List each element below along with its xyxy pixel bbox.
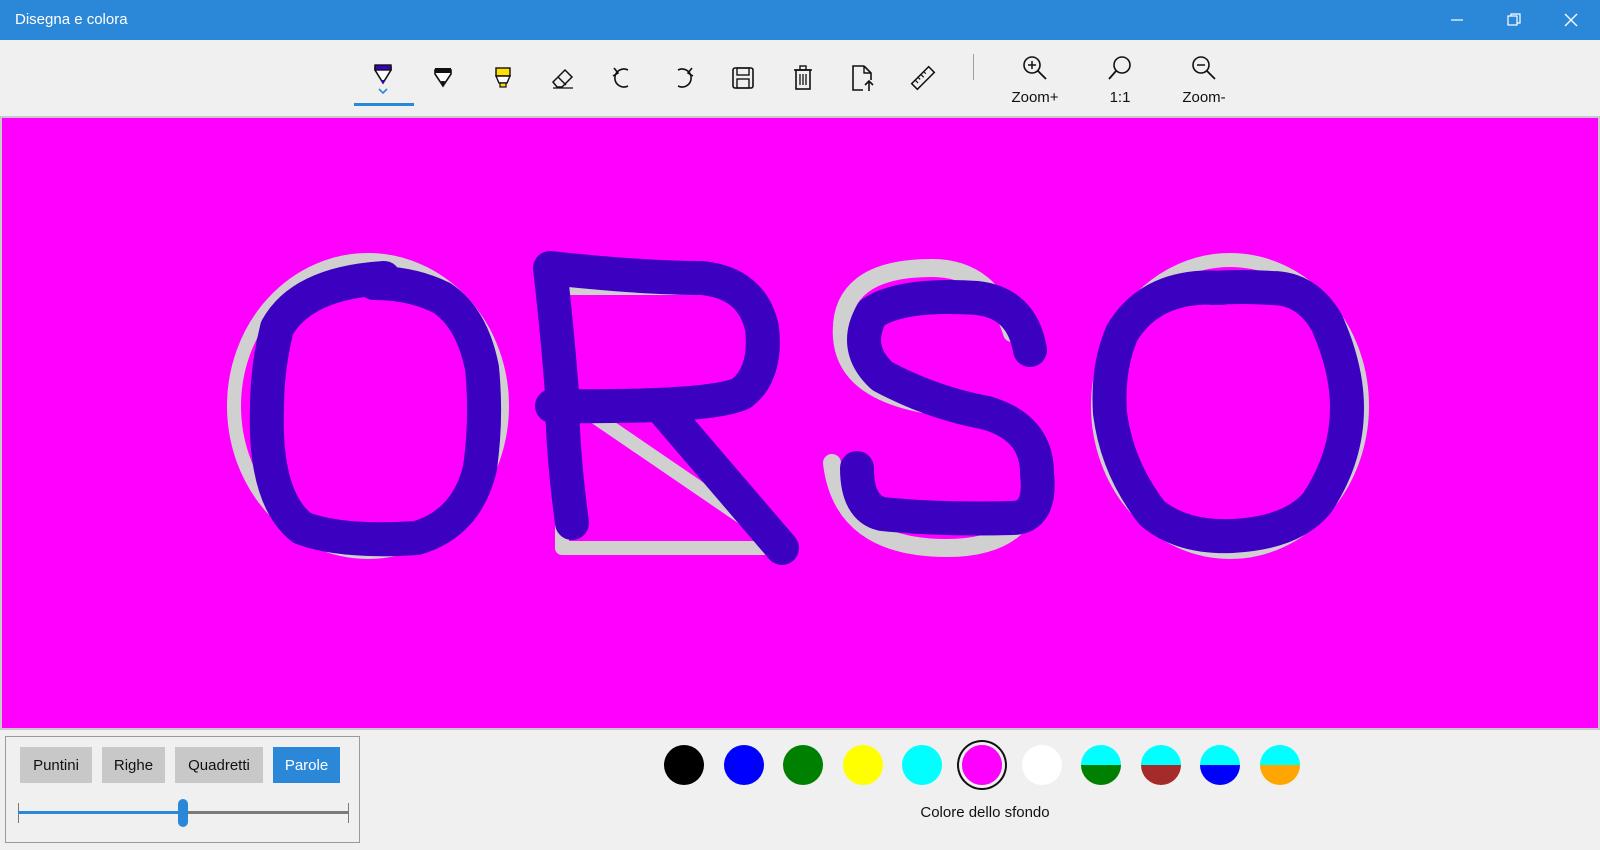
bottom-panel: Puntini Righe Quadretti Parole Colore de… bbox=[0, 731, 1600, 850]
toolbar: Zoom+ 1:1 Zoom- bbox=[0, 40, 1600, 117]
color-swatch-2[interactable] bbox=[724, 745, 764, 785]
ruler-icon bbox=[910, 65, 936, 91]
color-swatch-4[interactable] bbox=[843, 745, 883, 785]
marker-tool-button[interactable] bbox=[423, 58, 463, 98]
export-file-icon bbox=[852, 65, 874, 91]
canvas-drawing bbox=[227, 251, 1369, 565]
color-swatch-8[interactable] bbox=[1081, 745, 1121, 785]
mode-button-quadretti[interactable]: Quadretti bbox=[175, 747, 263, 783]
delete-button[interactable] bbox=[783, 58, 823, 98]
color-swatch-11[interactable] bbox=[1260, 745, 1300, 785]
color-swatch-9[interactable] bbox=[1141, 745, 1181, 785]
zoom-reset-label: 1:1 bbox=[1109, 89, 1131, 106]
size-slider-thumb[interactable] bbox=[178, 799, 188, 827]
color-swatch-1[interactable] bbox=[664, 745, 704, 785]
pen-tool-button[interactable] bbox=[363, 58, 403, 98]
toolbar-divider bbox=[973, 54, 974, 80]
save-button[interactable] bbox=[723, 58, 763, 98]
close-icon bbox=[1564, 13, 1578, 27]
restore-button[interactable] bbox=[1485, 0, 1543, 40]
guide-mode-panel: Puntini Righe Quadretti Parole bbox=[5, 736, 360, 843]
color-swatch-6[interactable] bbox=[962, 745, 1002, 785]
title-bar: Disegna e colora bbox=[0, 0, 1600, 40]
zoom-out-button[interactable]: Zoom- bbox=[1169, 54, 1239, 110]
marker-icon bbox=[434, 68, 452, 88]
ruler-button[interactable] bbox=[903, 58, 943, 98]
zoom-reset-button[interactable]: 1:1 bbox=[1085, 54, 1155, 110]
window-title: Disegna e colora bbox=[15, 11, 128, 28]
undo-icon bbox=[612, 67, 629, 88]
eraser-icon bbox=[551, 68, 574, 89]
ink-letter-s bbox=[840, 280, 1055, 536]
mode-button-puntini[interactable]: Puntini bbox=[20, 747, 92, 783]
highlighter-tool-button[interactable] bbox=[483, 58, 523, 98]
color-swatch-7[interactable] bbox=[1022, 745, 1062, 785]
background-color-label: Colore dello sfondo bbox=[920, 804, 1050, 821]
pen-icon bbox=[374, 64, 392, 95]
redo-button[interactable] bbox=[663, 58, 703, 98]
mode-button-parole[interactable]: Parole bbox=[273, 747, 340, 783]
minimize-icon bbox=[1451, 19, 1463, 21]
magnifier-icon bbox=[1108, 56, 1131, 80]
slider-tick-max bbox=[348, 803, 349, 823]
ink-letter-o-2 bbox=[1092, 270, 1364, 554]
trash-icon bbox=[794, 65, 812, 90]
color-swatch-10[interactable] bbox=[1200, 745, 1240, 785]
undo-button[interactable] bbox=[603, 58, 643, 98]
restore-icon bbox=[1507, 13, 1521, 26]
mode-button-righe[interactable]: Righe bbox=[102, 747, 165, 783]
zoom-out-icon bbox=[1192, 56, 1216, 80]
zoom-in-label: Zoom+ bbox=[1011, 89, 1059, 106]
close-button[interactable] bbox=[1542, 0, 1600, 40]
ink-strokes bbox=[249, 251, 1364, 565]
minimize-button[interactable] bbox=[1428, 0, 1486, 40]
eraser-tool-button[interactable] bbox=[543, 58, 583, 98]
zoom-in-icon bbox=[1023, 56, 1047, 80]
size-slider-fill bbox=[18, 811, 183, 814]
ink-letter-o-1 bbox=[249, 261, 502, 557]
highlighter-icon bbox=[494, 67, 512, 88]
zoom-in-button[interactable]: Zoom+ bbox=[1000, 54, 1070, 110]
redo-icon bbox=[677, 67, 694, 88]
color-swatch-5[interactable] bbox=[902, 745, 942, 785]
active-tool-indicator bbox=[354, 103, 414, 106]
export-button[interactable] bbox=[843, 58, 883, 98]
color-swatch-3[interactable] bbox=[783, 745, 823, 785]
drawing-canvas[interactable] bbox=[0, 116, 1600, 730]
zoom-out-label: Zoom- bbox=[1182, 89, 1226, 106]
save-icon bbox=[732, 67, 754, 89]
